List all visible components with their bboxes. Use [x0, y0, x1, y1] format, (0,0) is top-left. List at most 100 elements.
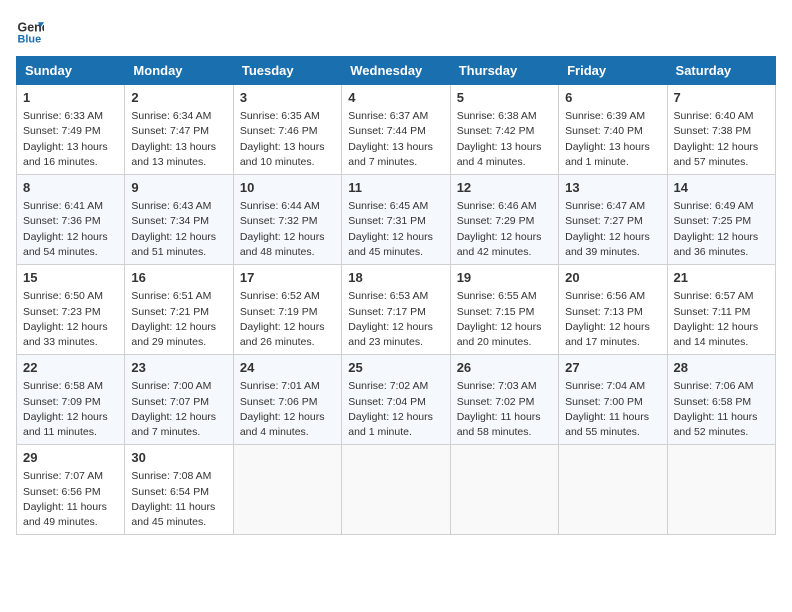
- calendar-cell: 1 Sunrise: 6:33 AM Sunset: 7:49 PM Daylig…: [17, 85, 125, 175]
- calendar-cell: [450, 445, 558, 535]
- calendar-cell: 30 Sunrise: 7:08 AM Sunset: 6:54 PM Dayli…: [125, 445, 233, 535]
- calendar-cell: 5 Sunrise: 6:38 AM Sunset: 7:42 PM Daylig…: [450, 85, 558, 175]
- day-info: Sunrise: 6:43 AM Sunset: 7:34 PM Dayligh…: [131, 199, 226, 260]
- calendar-cell: [233, 445, 341, 535]
- calendar-cell: 8 Sunrise: 6:41 AM Sunset: 7:36 PM Daylig…: [17, 175, 125, 265]
- calendar-cell: 7 Sunrise: 6:40 AM Sunset: 7:38 PM Daylig…: [667, 85, 775, 175]
- day-info: Sunrise: 6:40 AM Sunset: 7:38 PM Dayligh…: [674, 109, 769, 170]
- day-number: 21: [674, 269, 769, 287]
- day-number: 20: [565, 269, 660, 287]
- calendar-cell: 27Sunrise: 7:04 AM Sunset: 7:00 PM Dayli…: [559, 355, 667, 445]
- col-header-tuesday: Tuesday: [233, 57, 341, 85]
- svg-text:Blue: Blue: [18, 33, 42, 44]
- day-number: 17: [240, 269, 335, 287]
- col-header-wednesday: Wednesday: [342, 57, 450, 85]
- day-number: 8: [23, 179, 118, 197]
- day-number: 30: [131, 449, 226, 467]
- day-info: Sunrise: 7:00 AM Sunset: 7:07 PM Dayligh…: [131, 379, 226, 440]
- day-info: Sunrise: 6:33 AM Sunset: 7:49 PM Dayligh…: [23, 109, 118, 170]
- calendar-week-3: 15Sunrise: 6:50 AM Sunset: 7:23 PM Dayli…: [17, 265, 776, 355]
- calendar-week-2: 8 Sunrise: 6:41 AM Sunset: 7:36 PM Daylig…: [17, 175, 776, 265]
- col-header-friday: Friday: [559, 57, 667, 85]
- calendar-cell: 12 Sunrise: 6:46 AM Sunset: 7:29 PM Dayli…: [450, 175, 558, 265]
- day-info: Sunrise: 6:51 AM Sunset: 7:21 PM Dayligh…: [131, 289, 226, 350]
- day-info: Sunrise: 6:38 AM Sunset: 7:42 PM Dayligh…: [457, 109, 552, 170]
- day-info: Sunrise: 6:57 AM Sunset: 7:11 PM Dayligh…: [674, 289, 769, 350]
- calendar-cell: 11 Sunrise: 6:45 AM Sunset: 7:31 PM Dayli…: [342, 175, 450, 265]
- day-info: Sunrise: 6:53 AM Sunset: 7:17 PM Dayligh…: [348, 289, 443, 350]
- day-number: 29: [23, 449, 118, 467]
- day-info: Sunrise: 7:02 AM Sunset: 7:04 PM Dayligh…: [348, 379, 443, 440]
- day-number: 14: [674, 179, 769, 197]
- calendar-cell: 19Sunrise: 6:55 AM Sunset: 7:15 PM Dayli…: [450, 265, 558, 355]
- day-info: Sunrise: 6:52 AM Sunset: 7:19 PM Dayligh…: [240, 289, 335, 350]
- calendar-cell: 18 Sunrise: 6:53 AM Sunset: 7:17 PM Dayli…: [342, 265, 450, 355]
- page-header: General Blue: [16, 16, 776, 44]
- calendar-week-5: 29 Sunrise: 7:07 AM Sunset: 6:56 PM Dayli…: [17, 445, 776, 535]
- day-number: 5: [457, 89, 552, 107]
- col-header-sunday: Sunday: [17, 57, 125, 85]
- day-info: Sunrise: 7:03 AM Sunset: 7:02 PM Dayligh…: [457, 379, 552, 440]
- day-number: 4: [348, 89, 443, 107]
- day-info: Sunrise: 6:37 AM Sunset: 7:44 PM Dayligh…: [348, 109, 443, 170]
- day-info: Sunrise: 7:06 AM Sunset: 6:58 PM Dayligh…: [674, 379, 769, 440]
- day-number: 7: [674, 89, 769, 107]
- calendar-cell: 6Sunrise: 6:39 AM Sunset: 7:40 PM Daylig…: [559, 85, 667, 175]
- calendar-cell: 9 Sunrise: 6:43 AM Sunset: 7:34 PM Daylig…: [125, 175, 233, 265]
- day-number: 18: [348, 269, 443, 287]
- day-number: 2: [131, 89, 226, 107]
- day-info: Sunrise: 6:47 AM Sunset: 7:27 PM Dayligh…: [565, 199, 660, 260]
- calendar-cell: 10 Sunrise: 6:44 AM Sunset: 7:32 PM Dayli…: [233, 175, 341, 265]
- calendar-cell: 13 Sunrise: 6:47 AM Sunset: 7:27 PM Dayli…: [559, 175, 667, 265]
- calendar-cell: [667, 445, 775, 535]
- logo-icon: General Blue: [16, 16, 44, 44]
- day-info: Sunrise: 6:34 AM Sunset: 7:47 PM Dayligh…: [131, 109, 226, 170]
- col-header-thursday: Thursday: [450, 57, 558, 85]
- day-info: Sunrise: 6:50 AM Sunset: 7:23 PM Dayligh…: [23, 289, 118, 350]
- calendar-cell: 2 Sunrise: 6:34 AM Sunset: 7:47 PM Daylig…: [125, 85, 233, 175]
- day-number: 1: [23, 89, 118, 107]
- calendar-cell: 22 Sunrise: 6:58 AM Sunset: 7:09 PM Dayli…: [17, 355, 125, 445]
- calendar-cell: 29 Sunrise: 7:07 AM Sunset: 6:56 PM Dayli…: [17, 445, 125, 535]
- day-number: 19: [457, 269, 552, 287]
- day-info: Sunrise: 6:45 AM Sunset: 7:31 PM Dayligh…: [348, 199, 443, 260]
- col-header-monday: Monday: [125, 57, 233, 85]
- calendar-week-4: 22 Sunrise: 6:58 AM Sunset: 7:09 PM Dayli…: [17, 355, 776, 445]
- logo: General Blue: [16, 16, 48, 44]
- col-header-saturday: Saturday: [667, 57, 775, 85]
- calendar-cell: 20 Sunrise: 6:56 AM Sunset: 7:13 PM Dayli…: [559, 265, 667, 355]
- day-number: 24: [240, 359, 335, 377]
- calendar-cell: 25Sunrise: 7:02 AM Sunset: 7:04 PM Dayli…: [342, 355, 450, 445]
- day-number: 23: [131, 359, 226, 377]
- day-info: Sunrise: 7:01 AM Sunset: 7:06 PM Dayligh…: [240, 379, 335, 440]
- day-number: 16: [131, 269, 226, 287]
- day-number: 22: [23, 359, 118, 377]
- day-info: Sunrise: 6:49 AM Sunset: 7:25 PM Dayligh…: [674, 199, 769, 260]
- day-info: Sunrise: 6:58 AM Sunset: 7:09 PM Dayligh…: [23, 379, 118, 440]
- day-number: 26: [457, 359, 552, 377]
- calendar-week-1: 1 Sunrise: 6:33 AM Sunset: 7:49 PM Daylig…: [17, 85, 776, 175]
- day-info: Sunrise: 6:46 AM Sunset: 7:29 PM Dayligh…: [457, 199, 552, 260]
- day-info: Sunrise: 7:08 AM Sunset: 6:54 PM Dayligh…: [131, 469, 226, 530]
- calendar-cell: [342, 445, 450, 535]
- day-info: Sunrise: 6:41 AM Sunset: 7:36 PM Dayligh…: [23, 199, 118, 260]
- calendar-cell: 28 Sunrise: 7:06 AM Sunset: 6:58 PM Dayli…: [667, 355, 775, 445]
- day-number: 11: [348, 179, 443, 197]
- calendar-cell: 23 Sunrise: 7:00 AM Sunset: 7:07 PM Dayli…: [125, 355, 233, 445]
- calendar-cell: 3 Sunrise: 6:35 AM Sunset: 7:46 PM Daylig…: [233, 85, 341, 175]
- day-number: 12: [457, 179, 552, 197]
- day-number: 3: [240, 89, 335, 107]
- day-info: Sunrise: 7:04 AM Sunset: 7:00 PM Dayligh…: [565, 379, 660, 440]
- day-info: Sunrise: 6:35 AM Sunset: 7:46 PM Dayligh…: [240, 109, 335, 170]
- day-number: 28: [674, 359, 769, 377]
- calendar-cell: 21 Sunrise: 6:57 AM Sunset: 7:11 PM Dayli…: [667, 265, 775, 355]
- day-number: 13: [565, 179, 660, 197]
- day-info: Sunrise: 7:07 AM Sunset: 6:56 PM Dayligh…: [23, 469, 118, 530]
- day-info: Sunrise: 6:44 AM Sunset: 7:32 PM Dayligh…: [240, 199, 335, 260]
- day-number: 10: [240, 179, 335, 197]
- calendar-header-row: SundayMondayTuesdayWednesdayThursdayFrid…: [17, 57, 776, 85]
- day-number: 9: [131, 179, 226, 197]
- day-info: Sunrise: 6:56 AM Sunset: 7:13 PM Dayligh…: [565, 289, 660, 350]
- calendar-cell: 17 Sunrise: 6:52 AM Sunset: 7:19 PM Dayli…: [233, 265, 341, 355]
- calendar-cell: 16 Sunrise: 6:51 AM Sunset: 7:21 PM Dayli…: [125, 265, 233, 355]
